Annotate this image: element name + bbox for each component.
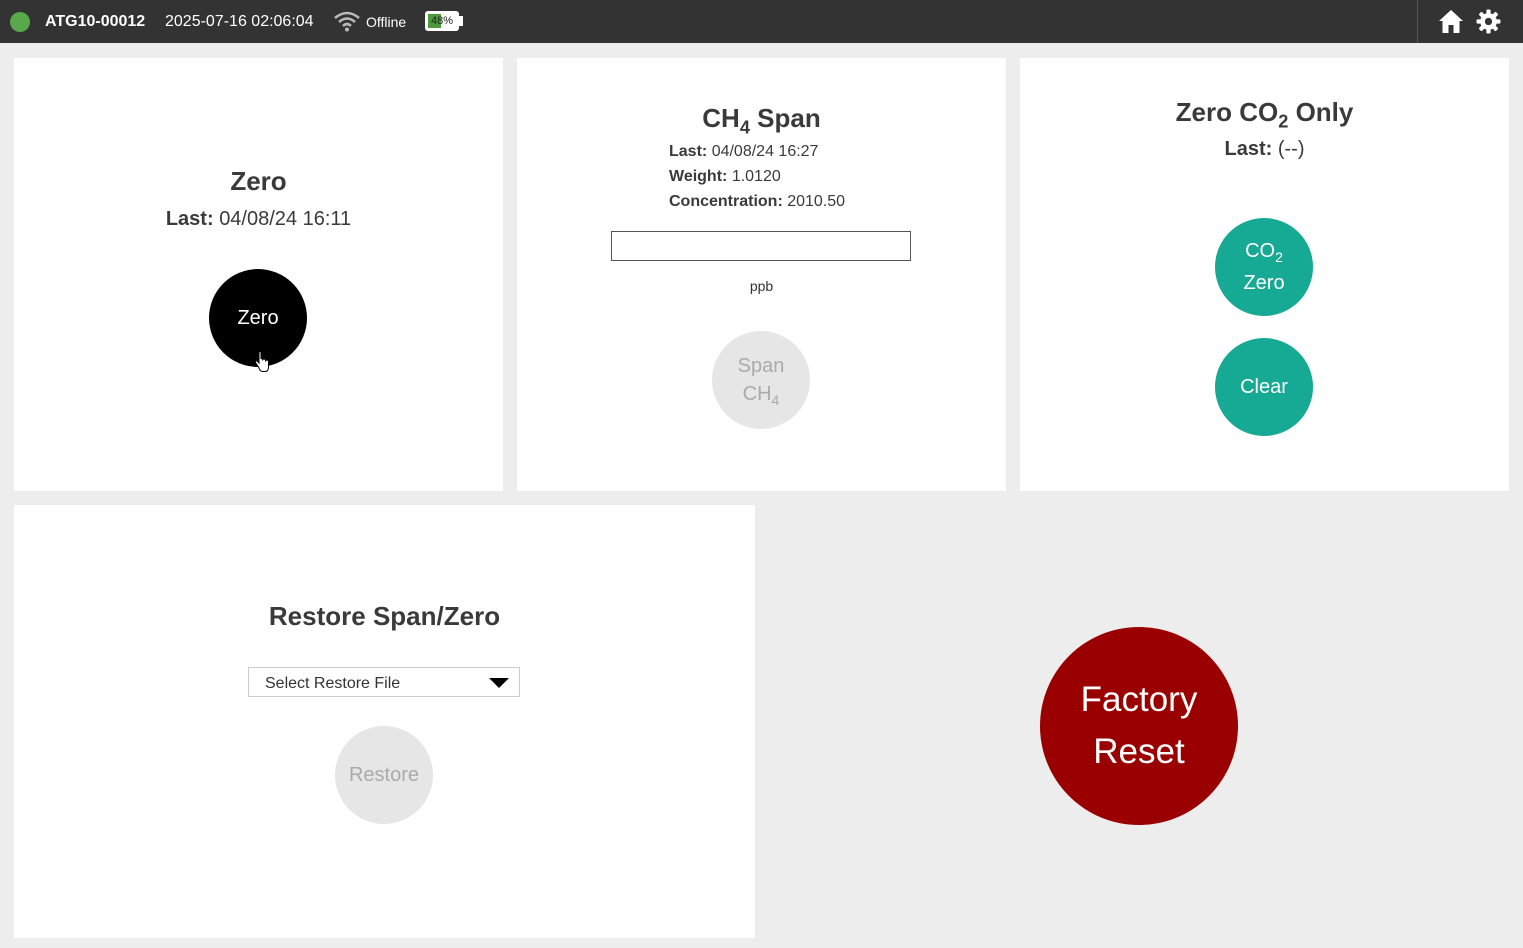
restore-file-select[interactable]: Select Restore File <box>248 667 520 697</box>
chevron-down-icon <box>489 678 509 688</box>
zero-title: Zero <box>230 166 287 196</box>
zero-last-label: Last: <box>165 208 214 230</box>
datetime: 2025-07-16 02:06:04 <box>165 13 314 30</box>
top-bar: ATG10-00012 2025-07-16 02:06:04 Offline … <box>0 0 1523 43</box>
clear-button[interactable]: Clear <box>1215 338 1313 436</box>
span-title: CH4 Span <box>702 103 821 138</box>
battery-tip <box>459 16 463 26</box>
restore-file-select-value: Select Restore File <box>265 675 401 692</box>
home-icon[interactable] <box>1438 9 1464 34</box>
ppb-unit-label: ppb <box>749 278 774 294</box>
device-id: ATG10-00012 <box>45 13 146 30</box>
span-concentration-row: Concentration: 2010.50 <box>669 193 846 210</box>
wifi-icon <box>334 11 360 32</box>
zero-panel: Zero Last: 04/08/24 16:11 Zero <box>14 58 503 491</box>
hand-cursor-icon <box>254 351 269 372</box>
factory-reset-button[interactable]: Factory Reset <box>1040 627 1238 825</box>
ch4-span-panel: CH4 Span Last: 04/08/24 16:27 Weight: 1.… <box>517 58 1006 491</box>
co2-last: Last: (--) <box>1224 138 1305 160</box>
battery-indicator: 48% <box>425 11 459 31</box>
status-indicator-dot <box>10 12 30 32</box>
span-last-row: Last: 04/08/24 16:27 <box>669 143 819 160</box>
span-weight-row: Weight: 1.0120 <box>669 168 781 185</box>
topbar-divider <box>1417 0 1418 43</box>
span-ch4-button[interactable]: Span CH4 <box>712 331 810 429</box>
zero-co2-panel: Zero CO2 Only Last: (--) CO2 Zero Clear <box>1020 58 1509 491</box>
co2-zero-button[interactable]: CO2 Zero <box>1215 218 1313 316</box>
restore-title: Restore Span/Zero <box>268 601 501 631</box>
span-concentration-input[interactable] <box>611 231 911 261</box>
restore-button[interactable]: Restore <box>335 726 433 824</box>
co2-title: Zero CO2 Only <box>1175 97 1354 132</box>
span-info: Last: 04/08/24 16:27 Weight: 1.0120 Conc… <box>669 143 845 218</box>
restore-panel: Restore Span/Zero Select Restore File Re… <box>14 505 755 938</box>
battery-label: 48% <box>430 15 454 27</box>
connection-status: Offline <box>366 14 407 30</box>
zero-last-value: 04/08/24 16:11 <box>219 208 352 230</box>
gear-icon[interactable] <box>1476 9 1501 34</box>
zero-last: Last: 04/08/24 16:11 <box>14 208 503 231</box>
